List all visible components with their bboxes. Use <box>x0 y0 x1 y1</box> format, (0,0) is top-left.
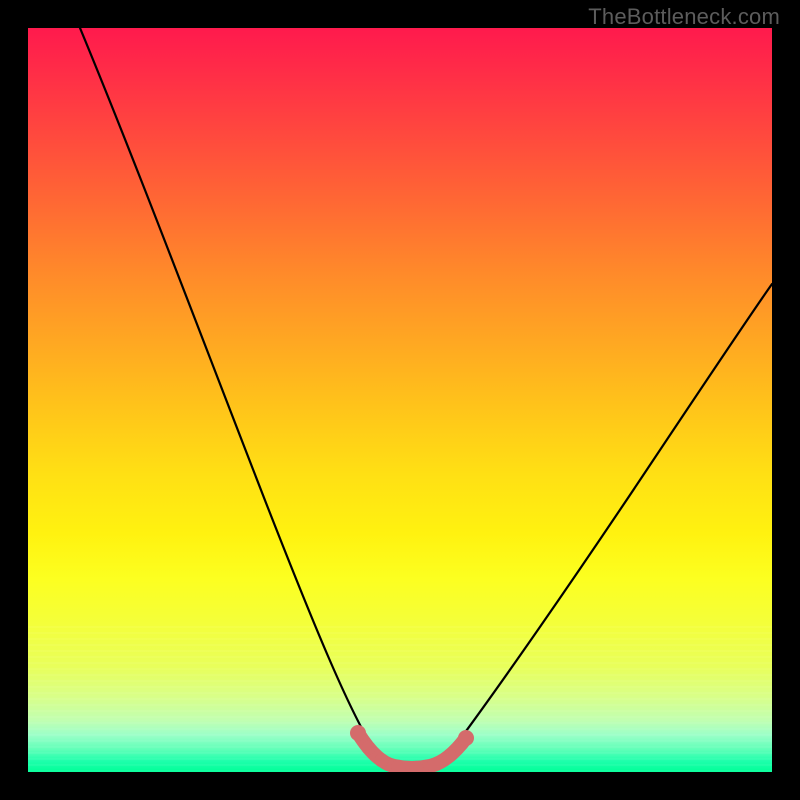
sweet-spot-highlight <box>350 725 474 768</box>
curve-layer <box>28 28 772 772</box>
watermark-text: TheBottleneck.com <box>588 4 780 30</box>
chart-frame: TheBottleneck.com <box>0 0 800 800</box>
bottleneck-curve <box>80 28 772 768</box>
plot-area <box>28 28 772 772</box>
